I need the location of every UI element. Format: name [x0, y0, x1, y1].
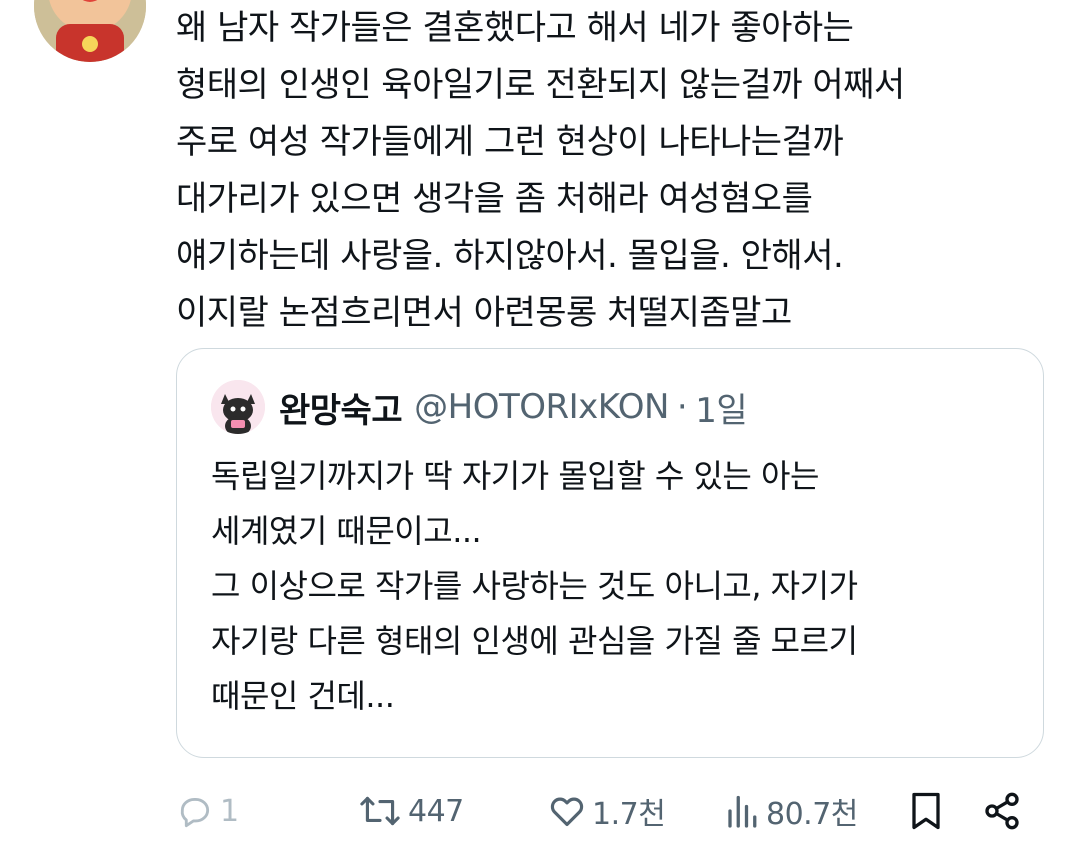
tweet-line: 대가리가 있으면 생각을 좀 처해라 여성혐오를 [176, 179, 813, 219]
quoted-line: 그 이상으로 작가를 사랑하는 것도 아니고, 자기가 [211, 567, 858, 605]
tweet-line: 이지랄 논점흐리면서 아련몽롱 처떨지좀말고 [176, 293, 792, 333]
reply-count: 1 [220, 793, 239, 829]
tweet-line: 얘기하는데 사랑을. 하지않아서. 몰입을. 안해서. [176, 236, 844, 276]
views-button[interactable]: 80.7천 [724, 786, 858, 836]
retweet-icon [358, 792, 402, 830]
reply-icon [176, 792, 214, 830]
tweet-line: 왜 남자 작가들은 결혼했다고 해서 네가 좋아하는 [176, 8, 854, 48]
quoted-timestamp[interactable]: 1일 [695, 383, 747, 432]
quoted-author-name[interactable]: 완망숙고 [279, 383, 403, 432]
quoted-tweet-header: 완망숙고 @HOTORIxKON · 1일 [211, 379, 748, 435]
heart-icon [548, 792, 586, 830]
bookmark-icon [908, 791, 944, 831]
quoted-author-avatar[interactable] [211, 380, 265, 434]
view-count: 80.7천 [766, 797, 858, 832]
author-avatar[interactable] [34, 0, 146, 62]
quoted-line: 때문인 건데... [211, 677, 395, 715]
share-button[interactable] [982, 786, 1022, 836]
like-button[interactable]: 1.7천 [548, 786, 666, 836]
tweet-action-bar: 1 447 1.7천 80.7천 [176, 786, 1056, 836]
views-icon [724, 792, 760, 830]
quoted-author-handle[interactable]: @HOTORIxKON [414, 387, 669, 427]
quoted-tweet-text: 독립일기까지가 딱 자기가 몰입할 수 있는 아는 세계였기 때문이고... 그… [211, 449, 1031, 724]
tweet-line: 주로 여성 작가들에게 그런 현상이 나타나는걸까 [176, 122, 844, 162]
tweet-text: 왜 남자 작가들은 결혼했다고 해서 네가 좋아하는 형태의 인생인 육아일기로… [176, 0, 1056, 342]
separator-dot: · [676, 387, 688, 427]
tweet-line: 형태의 인생인 육아일기로 전환되지 않는걸까 어째서 [176, 65, 905, 105]
quoted-line: 세계였기 때문이고... [211, 512, 482, 550]
quoted-line: 독립일기까지가 딱 자기가 몰입할 수 있는 아는 [211, 457, 819, 495]
share-icon [982, 791, 1022, 831]
like-count: 1.7천 [592, 797, 666, 832]
retweet-count: 447 [408, 793, 464, 829]
reply-button[interactable]: 1 [176, 786, 239, 836]
bookmark-button[interactable] [908, 786, 944, 836]
retweet-button[interactable]: 447 [358, 786, 464, 836]
quoted-line: 자기랑 다른 형태의 인생에 관심을 가질 줄 모르기 [211, 622, 858, 660]
quoted-tweet-card[interactable]: 완망숙고 @HOTORIxKON · 1일 독립일기까지가 딱 자기가 몰입할 … [176, 348, 1044, 758]
